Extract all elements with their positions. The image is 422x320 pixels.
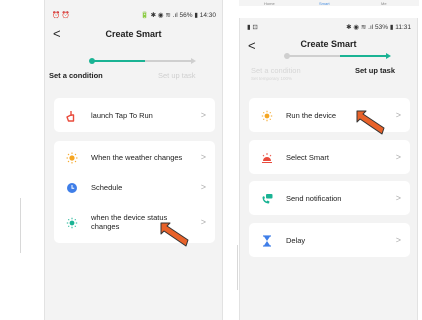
chevron-right-icon: > (200, 182, 206, 192)
tab-home[interactable]: Home (264, 1, 275, 6)
card-delay[interactable]: Delay > (249, 223, 410, 257)
step-dot (284, 52, 290, 59)
divider (20, 198, 21, 253)
list-item-label: Send notification (286, 194, 342, 203)
list-item-label: When the weather changes (91, 153, 183, 162)
chevron-right-icon: > (395, 152, 401, 162)
device-icon (66, 216, 78, 229)
card-tap-to-run[interactable]: launch Tap To Run > (54, 98, 215, 132)
device-icon (261, 109, 273, 122)
step-label-condition: Set a condition (49, 71, 103, 80)
list-item-label: Schedule (91, 183, 123, 192)
step-label-task: Set up task (355, 66, 396, 75)
sun-icon (66, 151, 78, 164)
tab-smart[interactable]: Smart (319, 1, 330, 6)
smart-scene-icon (261, 151, 273, 163)
page-title: Create Smart (105, 29, 162, 39)
status-right: ✱ ◉ ≋ .ıl 53% ▮ 11:31 (346, 24, 411, 31)
card-select-smart[interactable]: Select Smart > (249, 140, 410, 174)
step-dot-current (89, 57, 95, 64)
list-item-delay[interactable]: Delay > (249, 223, 410, 257)
card-send-notification[interactable]: Send notification > (249, 181, 410, 215)
step-label-condition: Set a condition (251, 66, 301, 75)
tab-bar-strip: Home Smart Me (239, 0, 419, 6)
step-line-active (340, 55, 386, 57)
step-indicator: Set a condition Set temporary 100% Set u… (240, 50, 417, 90)
step-label-task: Set up task (158, 71, 196, 80)
pointer-arrow-icon (160, 222, 189, 247)
list-item-select-smart[interactable]: Select Smart > (249, 140, 410, 174)
list-item-launch-tap[interactable]: launch Tap To Run > (54, 98, 215, 132)
chevron-right-icon: > (200, 217, 206, 227)
chevron-right-icon: > (200, 110, 206, 120)
chevron-right-icon: > (395, 235, 401, 245)
status-left: ⏰ ⏰ (52, 12, 70, 19)
tab-me[interactable]: Me (381, 1, 387, 6)
hourglass-icon (261, 234, 273, 247)
list-item-weather[interactable]: When the weather changes > (54, 141, 215, 173)
step-line-inactive (145, 60, 191, 62)
list-item-schedule[interactable]: Schedule > (54, 173, 215, 203)
list-item-label: Delay (286, 236, 306, 245)
list-item-label: launch Tap To Run (91, 111, 153, 120)
list-item-send-notification[interactable]: Send notification > (249, 181, 410, 215)
list-item-label: Run the device (286, 111, 337, 120)
pointer-arrow-icon (356, 110, 385, 135)
chevron-right-icon: > (395, 193, 401, 203)
list-item-label: Select Smart (286, 153, 329, 162)
status-bar: ▮ ⊡ ✱ ◉ ≋ .ıl 53% ▮ 11:31 (240, 22, 417, 32)
tap-hand-icon (66, 109, 78, 122)
notification-icon (261, 192, 273, 204)
step-indicator: Set a condition Set up task (45, 55, 222, 95)
chevron-right-icon: > (395, 110, 401, 120)
divider (237, 245, 238, 290)
step-line-active (93, 60, 145, 62)
status-bar: ⏰ ⏰ 🔋 ✱ ◉ ≋ .ıl 56% ▮ 14:30 (45, 10, 222, 20)
step-arrow (386, 52, 391, 59)
step-line-inactive (288, 55, 340, 57)
chevron-right-icon: > (200, 152, 206, 162)
right-phone-screen: ▮ ⊡ ✱ ◉ ≋ .ıl 53% ▮ 11:31 < Create Smart… (239, 18, 418, 320)
status-left: ▮ ⊡ (247, 24, 258, 31)
page-title: Create Smart (300, 39, 357, 49)
step-sublabel: Set temporary 100% (251, 76, 293, 81)
status-right: 🔋 ✱ ◉ ≋ .ıl 56% ▮ 14:30 (140, 12, 216, 19)
step-arrow (191, 57, 196, 64)
clock-icon (66, 181, 78, 193)
left-phone-screen: ⏰ ⏰ 🔋 ✱ ◉ ≋ .ıl 56% ▮ 14:30 < Create Sma… (44, 0, 223, 320)
